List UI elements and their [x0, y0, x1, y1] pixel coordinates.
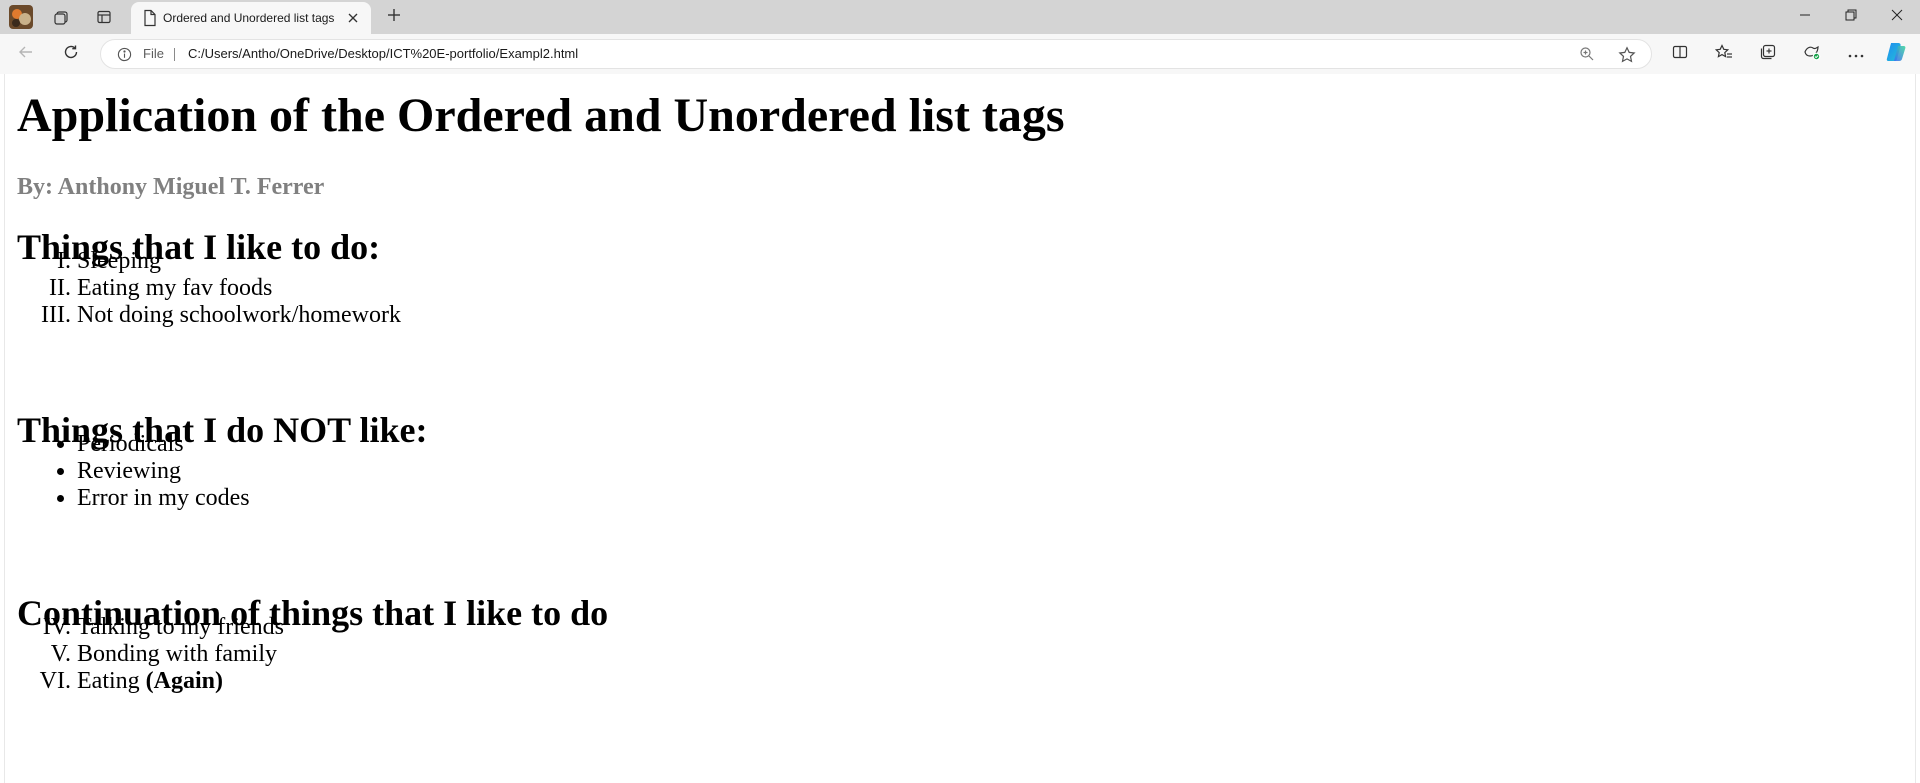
profile-avatar[interactable] — [9, 5, 33, 29]
list-item: Error in my codes — [77, 485, 250, 512]
list-item: Eating my fav foods — [77, 275, 401, 302]
tab-active[interactable]: Ordered and Unordered list tags — [131, 2, 371, 34]
workspaces-icon[interactable] — [46, 4, 78, 30]
list-item: Talking to my friends — [77, 614, 284, 641]
copilot-icon — [1885, 41, 1907, 68]
address-separator — [174, 48, 175, 61]
split-screen-icon — [1672, 44, 1688, 65]
list-item: Reviewing — [77, 458, 250, 485]
restore-button[interactable] — [1828, 0, 1874, 34]
copilot-button[interactable] — [1880, 40, 1912, 68]
new-tab-button[interactable] — [380, 4, 408, 30]
zoom-icon[interactable] — [1579, 46, 1595, 67]
browser-toolbar: File C:/Users/Antho/OneDrive/Desktop/ICT… — [0, 34, 1920, 74]
back-arrow-icon — [18, 44, 34, 65]
likes-list: Sleeping Eating my fav foods Not doing s… — [17, 248, 401, 329]
list-item-text: Eating — [77, 668, 146, 694]
author-byline: By: Anthony Miguel T. Ferrer — [17, 174, 325, 200]
address-bar[interactable]: File C:/Users/Antho/OneDrive/Desktop/ICT… — [100, 39, 1652, 69]
site-info-label[interactable]: File — [143, 40, 164, 68]
list-item: Not doing schoolwork/homework — [77, 302, 401, 329]
favorites-button[interactable] — [1708, 40, 1740, 68]
page-viewport: Application of the Ordered and Unordered… — [4, 74, 1916, 783]
back-button[interactable] — [10, 40, 42, 68]
more-button[interactable] — [1840, 40, 1872, 68]
refresh-button[interactable] — [55, 40, 87, 68]
collections-icon — [1760, 44, 1776, 65]
more-icon — [1848, 45, 1864, 63]
minimize-icon — [1799, 8, 1811, 26]
browser-essentials-icon — [1803, 43, 1821, 66]
dislikes-list: Periodicals Reviewing Error in my codes — [17, 431, 250, 512]
window-close-button[interactable] — [1874, 0, 1920, 34]
list-item-emphasis: (Again) — [145, 668, 223, 694]
collections-button[interactable] — [1752, 40, 1784, 68]
window-close-icon — [1891, 8, 1903, 26]
close-icon[interactable] — [345, 10, 361, 26]
list-item: Sleeping — [77, 248, 401, 275]
list-item: Periodicals — [77, 431, 250, 458]
vertical-tabs-icon[interactable] — [88, 4, 120, 30]
tab-strip: Ordered and Unordered list tags — [0, 0, 1920, 34]
document-icon — [143, 9, 157, 32]
minimize-button[interactable] — [1782, 0, 1828, 34]
tab-title: Ordered and Unordered list tags — [163, 11, 335, 25]
url-text[interactable]: C:/Users/Antho/OneDrive/Desktop/ICT%20E-… — [188, 40, 578, 68]
list-item: Bonding with family — [77, 641, 284, 668]
restore-icon — [1845, 8, 1857, 26]
favorites-icon — [1714, 43, 1733, 65]
plus-icon — [387, 8, 401, 27]
list-item: Eating (Again) — [77, 668, 284, 695]
browser-essentials-button[interactable] — [1796, 40, 1828, 68]
star-icon[interactable] — [1618, 46, 1636, 69]
info-icon[interactable] — [117, 47, 132, 67]
split-screen-button[interactable] — [1664, 40, 1696, 68]
page-title: Application of the Ordered and Unordered… — [17, 89, 1065, 142]
continuation-list: Talking to my friends Bonding with famil… — [17, 614, 284, 695]
refresh-icon — [63, 44, 79, 65]
